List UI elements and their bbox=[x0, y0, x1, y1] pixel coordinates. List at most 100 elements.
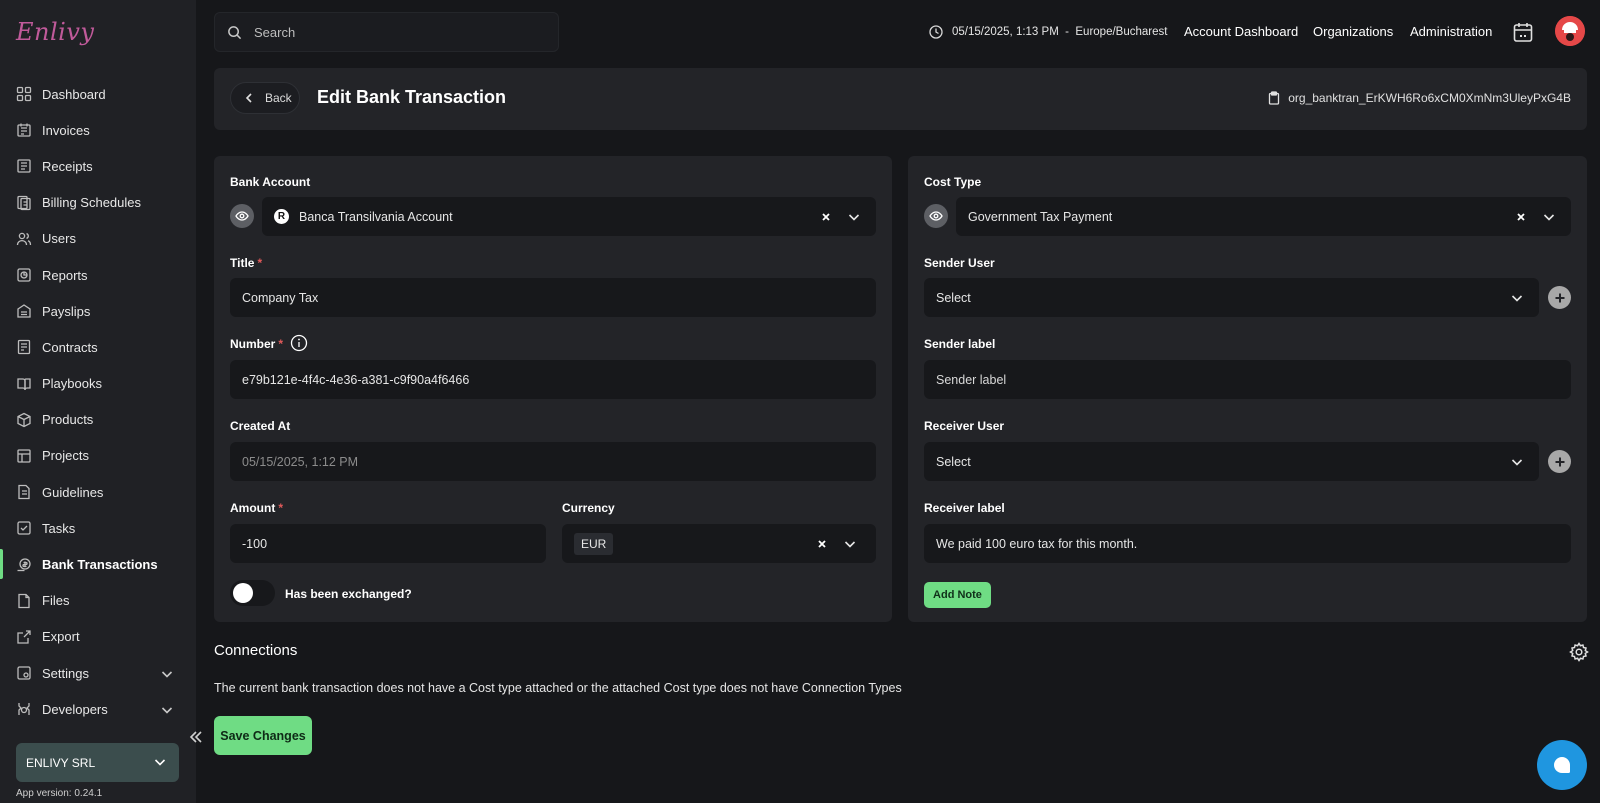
sidebar-item-settings[interactable]: Settings bbox=[0, 655, 196, 691]
transaction-details-card: Bank Account R Banca Transilvania Accoun… bbox=[214, 156, 892, 622]
receiver-label-label: Receiver label bbox=[924, 501, 1005, 515]
chevron-down-icon[interactable] bbox=[1510, 455, 1524, 469]
chevron-down-icon[interactable] bbox=[847, 210, 861, 224]
receiver-label-input[interactable]: We paid 100 euro tax for this month. bbox=[924, 524, 1571, 563]
info-icon[interactable] bbox=[290, 334, 308, 352]
organizations-link[interactable]: Organizations bbox=[1313, 24, 1393, 39]
sidebar-item-label: Tasks bbox=[42, 520, 76, 536]
back-button[interactable]: Back bbox=[230, 82, 300, 114]
sidebar-item-label: Payslips bbox=[42, 303, 91, 319]
sidebar-item-developers[interactable]: Developers bbox=[0, 691, 196, 727]
current-datetime: 05/15/2025, 1:13 PM - Europe/Bucharest bbox=[952, 26, 1168, 38]
organization-selector[interactable]: ENLIVY SRL bbox=[16, 743, 179, 782]
chat-support-button[interactable] bbox=[1537, 740, 1587, 790]
chevron-down-icon[interactable] bbox=[843, 537, 857, 551]
record-id-text: org_banktran_ErKWH6Ro6xCM0XmNm3UleyPxG4B bbox=[1288, 91, 1571, 105]
sidebar-item-files[interactable]: Files bbox=[0, 583, 196, 619]
page-header: Back Edit Bank Transaction org_banktran_… bbox=[214, 68, 1587, 130]
dashboard-icon bbox=[16, 86, 32, 102]
sidebar-item-billing-schedules[interactable]: Billing Schedules bbox=[0, 185, 196, 221]
sidebar-item-label: Playbooks bbox=[42, 376, 102, 392]
sidebar-item-bank-transactions[interactable]: Bank Transactions bbox=[0, 546, 196, 582]
sidebar-item-contracts[interactable]: Contracts bbox=[0, 329, 196, 365]
billing-schedule-icon bbox=[17, 195, 31, 210]
guidelines-icon bbox=[18, 485, 30, 500]
title-label: Title * bbox=[230, 256, 262, 270]
sidebar-item-dashboard[interactable]: Dashboard bbox=[0, 76, 196, 112]
record-id[interactable]: org_banktran_ErKWH6Ro6xCM0XmNm3UleyPxG4B bbox=[1268, 91, 1571, 105]
sidebar-item-receipts[interactable]: Receipts bbox=[0, 148, 196, 184]
required-marker: * bbox=[278, 337, 284, 351]
search-box[interactable] bbox=[214, 12, 559, 52]
clear-icon[interactable] bbox=[817, 539, 827, 549]
payslip-icon bbox=[17, 304, 31, 318]
amount-label: Amount * bbox=[230, 501, 283, 515]
sidebar: Enlivy Dashboard Invoices Receipts Billi… bbox=[0, 0, 196, 803]
settings-icon bbox=[17, 666, 31, 680]
calendar-icon[interactable] bbox=[1512, 21, 1534, 43]
sidebar-item-label: Products bbox=[42, 412, 94, 428]
receipt-icon bbox=[17, 159, 31, 174]
sidebar-item-guidelines[interactable]: Guidelines bbox=[0, 474, 196, 510]
cost-type-label: Cost Type bbox=[924, 175, 982, 189]
exchanged-toggle[interactable] bbox=[230, 580, 275, 606]
connections-message: The current bank transaction does not ha… bbox=[214, 681, 902, 695]
amount-input[interactable]: -100 bbox=[230, 524, 546, 563]
title-label-text: Title bbox=[230, 256, 255, 270]
chevron-down-icon bbox=[161, 707, 173, 714]
sidebar-item-projects[interactable]: Projects bbox=[0, 438, 196, 474]
created-at-label: Created At bbox=[230, 419, 291, 433]
bank-account-select[interactable]: R Banca Transilvania Account bbox=[262, 197, 876, 236]
sidebar-item-users[interactable]: Users bbox=[0, 221, 196, 257]
sender-label-label: Sender label bbox=[924, 337, 996, 351]
sidebar-item-reports[interactable]: Reports bbox=[0, 257, 196, 293]
search-input[interactable] bbox=[254, 24, 534, 40]
collapse-sidebar-icon[interactable] bbox=[186, 727, 206, 747]
plus-icon bbox=[1555, 457, 1564, 466]
sidebar-item-products[interactable]: Products bbox=[0, 402, 196, 438]
administration-link[interactable]: Administration bbox=[1410, 24, 1492, 39]
required-marker: * bbox=[278, 501, 283, 515]
view-cost-type-button[interactable] bbox=[924, 204, 948, 228]
cost-type-select[interactable]: Government Tax Payment bbox=[956, 197, 1571, 236]
sidebar-item-playbooks[interactable]: Playbooks bbox=[0, 366, 196, 402]
view-bank-account-button[interactable] bbox=[230, 204, 254, 228]
clear-icon[interactable] bbox=[821, 212, 831, 222]
sidebar-nav: Dashboard Invoices Receipts Billing Sche… bbox=[0, 76, 196, 727]
number-input[interactable]: e79b121e-4f4c-4e36-a381-c9f90a4f6466 bbox=[230, 360, 876, 399]
bank-account-value: Banca Transilvania Account bbox=[299, 209, 453, 224]
user-avatar[interactable] bbox=[1555, 16, 1585, 46]
currency-select[interactable]: EUR bbox=[562, 524, 876, 563]
gear-icon[interactable] bbox=[1569, 642, 1589, 662]
save-changes-button[interactable]: Save Changes bbox=[214, 716, 312, 755]
sender-label-input[interactable]: Sender label bbox=[924, 360, 1571, 399]
app-logo[interactable]: Enlivy bbox=[16, 18, 94, 46]
sidebar-item-invoices[interactable]: Invoices bbox=[0, 112, 196, 148]
add-receiver-user-button[interactable] bbox=[1548, 450, 1571, 473]
add-sender-user-button[interactable] bbox=[1548, 286, 1571, 309]
title-input[interactable]: Company Tax bbox=[230, 278, 876, 317]
sidebar-item-export[interactable]: Export bbox=[0, 619, 196, 655]
playbook-icon bbox=[17, 377, 31, 390]
bank-transaction-icon bbox=[17, 557, 31, 571]
title-value: Company Tax bbox=[242, 290, 319, 305]
contract-icon bbox=[17, 340, 31, 355]
search-icon bbox=[228, 25, 242, 39]
sender-user-select[interactable]: Select bbox=[924, 278, 1539, 317]
receiver-user-label: Receiver User bbox=[924, 419, 1005, 433]
sidebar-item-label: Developers bbox=[42, 701, 108, 717]
sidebar-item-tasks[interactable]: Tasks bbox=[0, 510, 196, 546]
app-version: App version: 0.24.1 bbox=[16, 788, 103, 799]
receiver-user-select[interactable]: Select bbox=[924, 442, 1539, 481]
sidebar-item-label: Invoices bbox=[42, 122, 90, 138]
clear-icon[interactable] bbox=[1516, 212, 1526, 222]
chevron-down-icon[interactable] bbox=[1542, 210, 1556, 224]
add-note-button[interactable]: Add Note bbox=[924, 582, 991, 608]
sidebar-item-label: Guidelines bbox=[42, 484, 104, 500]
reports-icon bbox=[17, 268, 31, 282]
exchanged-label: Has been exchanged? bbox=[285, 587, 412, 601]
created-at-input: 05/15/2025, 1:12 PM bbox=[230, 442, 876, 481]
chevron-down-icon[interactable] bbox=[1510, 291, 1524, 305]
account-dashboard-link[interactable]: Account Dashboard bbox=[1184, 24, 1298, 39]
sidebar-item-payslips[interactable]: Payslips bbox=[0, 293, 196, 329]
